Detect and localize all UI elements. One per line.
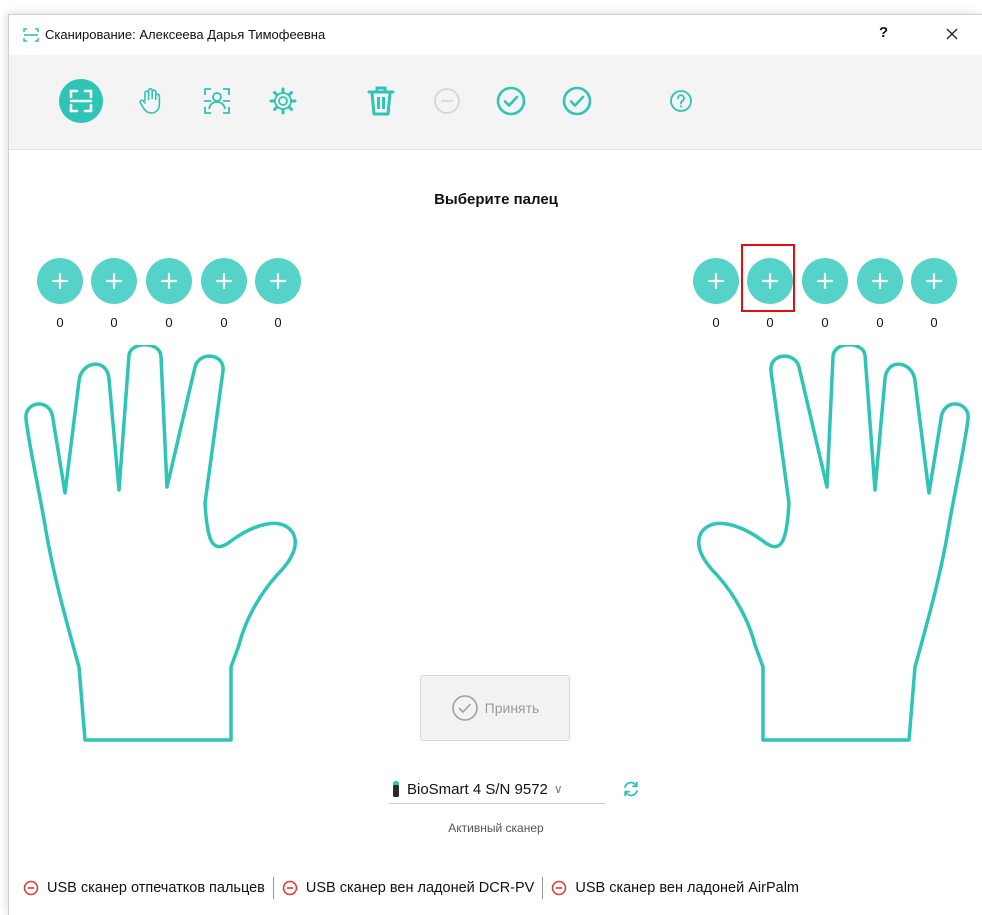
plus-icon: [871, 272, 889, 290]
minus-circle-icon: [282, 880, 298, 896]
finger-count-right-1: 0: [712, 315, 720, 330]
confirm-button[interactable]: [489, 79, 533, 123]
accept-button[interactable]: Принять: [420, 675, 570, 741]
plus-icon: [925, 272, 943, 290]
minus-circle-icon: [552, 880, 567, 896]
finger-count-left-4: 0: [220, 315, 228, 330]
minus-circle-icon: [434, 88, 460, 114]
plus-icon: [51, 272, 69, 290]
right-hand-outline: [696, 345, 970, 742]
check-circle-icon: [562, 86, 592, 116]
plus-icon: [215, 272, 233, 290]
status-item-fingerprint-scanner: USB сканер отпечатков пальцев: [23, 880, 265, 896]
scanner-caption: Активный сканер: [448, 821, 544, 835]
plus-icon: [761, 272, 779, 290]
gear-icon: [269, 87, 297, 115]
status-divider: [272, 877, 274, 899]
finger-count-left-5: 0: [274, 315, 282, 330]
right-hand-illustration: [696, 345, 970, 742]
left-hand-outline: [24, 345, 298, 742]
chevron-down-icon: ∨: [553, 782, 563, 796]
finger-count-left-3: 0: [165, 315, 173, 330]
refresh-icon[interactable]: [621, 779, 641, 799]
plus-icon: [269, 272, 287, 290]
help-icon: [670, 90, 692, 112]
window-title: Сканирование: Алексеева Дарья Тимофеевна: [45, 27, 326, 42]
status-bar: USB сканер отпечатков пальцев USB сканер…: [23, 875, 799, 901]
scan-fingerprint-button[interactable]: [59, 79, 103, 123]
finger-button-left-4[interactable]: [201, 258, 247, 304]
finger-button-right-1[interactable]: [693, 258, 739, 304]
scanner-select[interactable]: BioSmart 4 S/N 9572 ∨: [389, 775, 605, 804]
status-divider: [542, 877, 544, 899]
delete-button[interactable]: [359, 79, 403, 123]
plus-icon: [816, 272, 834, 290]
finger-button-left-5[interactable]: [255, 258, 301, 304]
settings-button[interactable]: [261, 79, 305, 123]
minus-circle-icon: [23, 880, 39, 896]
status-label: USB сканер вен ладоней AirPalm: [575, 880, 799, 896]
accept-button-label: Принять: [484, 700, 540, 716]
finger-button-right-3[interactable]: [802, 258, 848, 304]
scan-frame-icon: [69, 89, 93, 113]
face-scan-button[interactable]: [195, 79, 239, 123]
palm-button[interactable]: [129, 79, 173, 123]
scanner-select-value: BioSmart 4 S/N 9572: [407, 780, 548, 798]
plus-icon: [160, 272, 178, 290]
status-label: USB сканер вен ладоней DCR-PV: [305, 880, 535, 896]
finger-button-right-2[interactable]: [741, 244, 795, 312]
plus-icon: [707, 272, 725, 290]
finger-count-left-1: 0: [56, 315, 64, 330]
title-bar: Сканирование: Алексеева Дарья Тимофеевна…: [9, 15, 982, 55]
finger-button-right-5[interactable]: [911, 258, 957, 304]
finger-count-right-3: 0: [821, 315, 829, 330]
close-icon[interactable]: [939, 21, 965, 47]
status-item-palm-vein-airpalm: USB сканер вен ладоней AirPalm: [551, 880, 799, 896]
status-item-palm-vein-dcr: USB сканер вен ладоней DCR-PV: [282, 880, 534, 896]
help-button[interactable]: [659, 79, 703, 123]
finger-button-left-3[interactable]: [146, 258, 192, 304]
hand-icon: [139, 87, 161, 114]
window-help-button[interactable]: ?: [879, 24, 888, 41]
finger-button-left-2[interactable]: [91, 258, 137, 304]
check-circle-icon: [451, 695, 478, 721]
scanner-device-icon: [392, 780, 400, 797]
finger-count-right-4: 0: [876, 315, 884, 330]
status-label: USB сканер отпечатков пальцев: [47, 880, 265, 896]
remove-button[interactable]: [425, 79, 469, 123]
face-scan-icon: [204, 88, 230, 114]
finger-count-right-5: 0: [930, 315, 938, 330]
confirm-all-button[interactable]: [555, 79, 599, 123]
trash-icon: [367, 86, 395, 116]
check-circle-icon: [496, 86, 526, 116]
finger-count-right-2: 0: [766, 315, 774, 330]
finger-count-left-2: 0: [110, 315, 118, 330]
left-hand-illustration: [24, 345, 298, 742]
page-heading: Выберите палец: [434, 191, 558, 208]
scan-frame-icon: [23, 28, 39, 42]
finger-button-left-1[interactable]: [37, 258, 83, 304]
scan-window: Сканирование: Алексеева Дарья Тимофеевна…: [8, 14, 982, 915]
toolbar: [9, 55, 982, 150]
finger-button-right-4[interactable]: [857, 258, 903, 304]
plus-icon: [105, 272, 123, 290]
